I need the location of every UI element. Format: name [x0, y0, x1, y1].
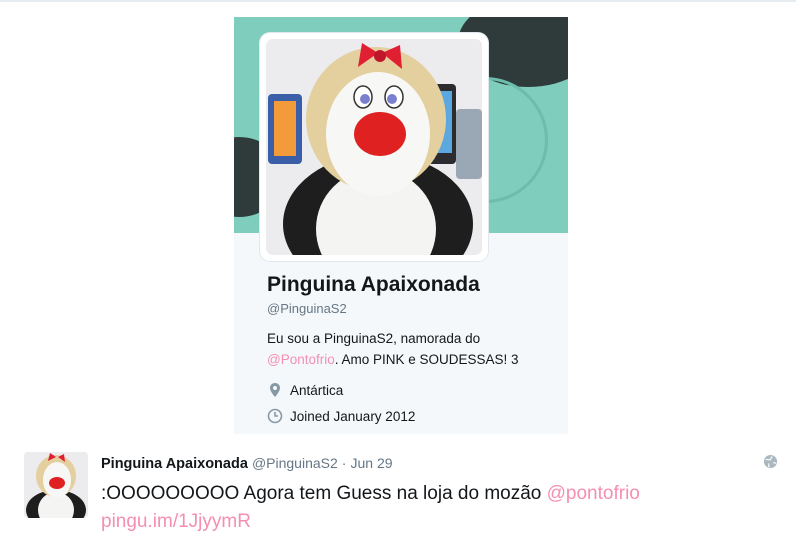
tweet-separator: ·	[341, 455, 347, 471]
profile-location: Antártica	[267, 382, 343, 398]
bio-mention-link[interactable]: @Pontofrio	[267, 352, 335, 367]
profile-avatar-frame[interactable]	[260, 33, 488, 261]
tweet-author-handle[interactable]: @PinguinaS2	[252, 455, 338, 471]
joined-text: Joined January 2012	[290, 408, 416, 424]
tweet-author-name[interactable]: Pinguina Apaixonada	[101, 456, 248, 472]
map-pin-icon	[267, 382, 283, 398]
globe-icon	[763, 454, 778, 469]
bio-text: Eu sou a PinguinaS2, namorada do	[267, 331, 481, 346]
clock-icon	[267, 408, 283, 424]
top-divider	[0, 0, 796, 2]
profile-handle[interactable]: @PinguinaS2	[267, 301, 347, 316]
tweet-text: :OOOOOOOOO Agora tem Guess na loja do mo…	[101, 480, 781, 536]
bio-text-end: . Amo PINK e SOUDESSAS! 3	[334, 352, 519, 367]
tweet-date[interactable]: Jun 29	[351, 455, 393, 471]
profile-avatar	[266, 39, 482, 255]
profile-bio: Eu sou a PinguinaS2, namorada do @Pontof…	[267, 328, 562, 370]
profile-name[interactable]: Pinguina Apaixonada	[267, 273, 480, 297]
profile-joined: Joined January 2012	[267, 408, 415, 424]
tweet-header: Pinguina Apaixonada @PinguinaS2 · Jun 29	[101, 455, 393, 472]
tweet-body: :OOOOOOOOO Agora tem Guess na loja do mo…	[101, 483, 542, 504]
location-text: Antártica	[290, 382, 344, 398]
tweet-avatar[interactable]	[24, 452, 88, 518]
tweet-url-link[interactable]: pingu.im/1JjyymR	[101, 511, 251, 532]
tweet-mention-link[interactable]: @pontofrio	[547, 483, 640, 504]
